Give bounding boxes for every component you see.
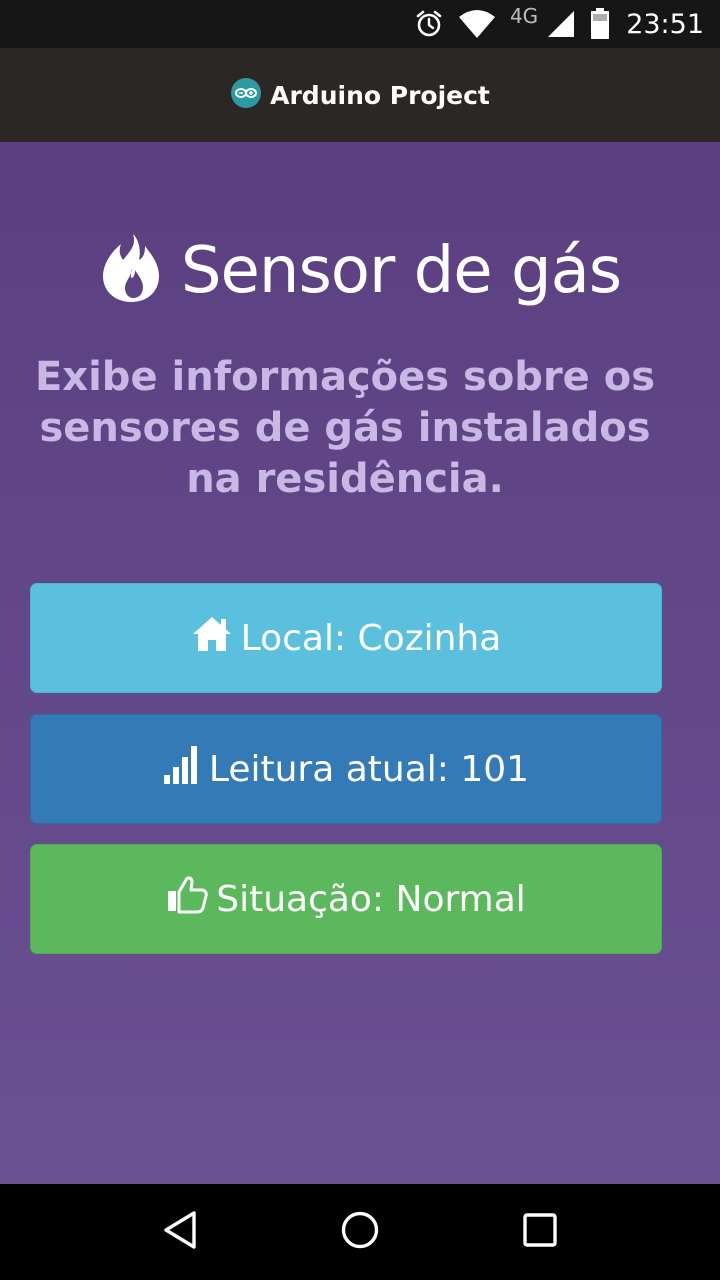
app-title: Arduino Project [270,80,490,110]
status-bar: 4G 23:51 [0,0,720,48]
home-circle-icon [340,1210,380,1255]
status-icons: 4G 23:51 [414,4,704,40]
back-button[interactable] [140,1192,220,1272]
navigation-bar [0,1184,720,1280]
app-bar: Arduino Project [0,48,720,142]
location-panel: Local: Cozinha [30,583,662,693]
battery-icon [590,8,610,40]
reading-text: Leitura atual: 101 [208,748,530,790]
wifi-icon [458,9,496,39]
status-clock: 23:51 [626,8,704,40]
network-type-label: 4G [509,4,539,28]
page-subtitle: Exibe informações sobre os sensores de g… [34,354,656,502]
home-button[interactable] [320,1192,400,1272]
thumbs-up-icon [166,875,208,924]
hero-heading: Sensor de gás [0,232,720,309]
page-title: Sensor de gás [180,233,622,308]
arduino-logo-icon [230,77,262,114]
main-content: Sensor de gás Exibe informações sobre os… [0,142,720,1184]
location-text: Local: Cozinha [240,617,502,659]
reading-panel: Leitura atual: 101 [30,714,662,824]
recents-button[interactable] [500,1192,580,1272]
fire-icon [99,232,163,309]
back-icon [162,1210,198,1255]
alarm-icon [414,9,444,39]
home-icon [191,615,233,662]
status-text: Situação: Normal [216,878,526,920]
cell-signal-icon [546,9,576,39]
recents-icon [522,1212,558,1253]
status-panel: Situação: Normal [30,844,662,954]
signal-bars-icon [163,745,201,794]
